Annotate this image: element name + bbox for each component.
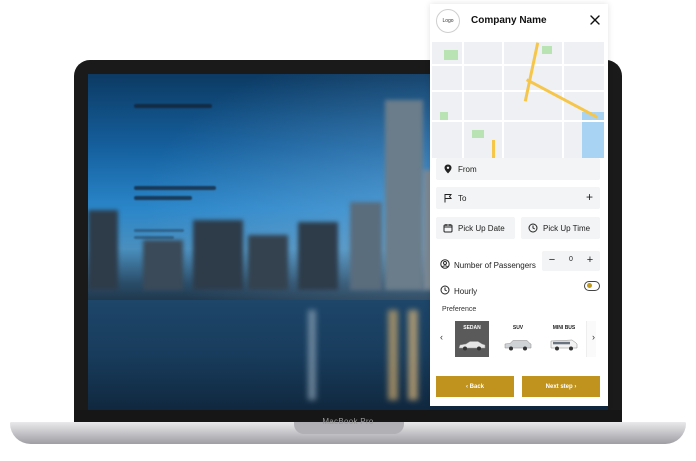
to-field[interactable]: To + (436, 187, 600, 209)
pickup-time-field[interactable]: Pick Up Time (521, 217, 600, 239)
car-icon (504, 340, 532, 351)
map-road (432, 64, 604, 66)
reflection (388, 310, 398, 400)
next-step-button[interactable]: Next step › (522, 376, 600, 397)
back-button[interactable]: ‹ Back (436, 376, 514, 397)
map-park (542, 46, 552, 54)
vehicle-name: SEDAN (463, 325, 481, 331)
clock-icon (440, 282, 450, 300)
chevron-right-icon[interactable]: › (592, 332, 595, 342)
map-water (582, 112, 604, 158)
calendar-icon (442, 222, 454, 234)
blurred-text (134, 186, 216, 190)
vehicle-card-mini-bus[interactable]: MINI BUS (547, 321, 581, 357)
building (350, 202, 382, 290)
panel-header: Logo Company Name (430, 4, 608, 42)
user-circle-icon (440, 256, 450, 274)
blurred-text (134, 229, 184, 232)
map-highway (523, 42, 540, 102)
toggle-knob (586, 283, 592, 288)
map-road (462, 42, 464, 158)
car-icon (458, 341, 486, 351)
map-park (440, 112, 448, 120)
vehicle-card-suv[interactable]: SUV (501, 321, 535, 357)
map-road (432, 90, 604, 92)
map[interactable] (432, 42, 604, 158)
from-label: From (458, 164, 477, 174)
preference-label: Preference (442, 306, 477, 313)
blurred-heading (134, 104, 212, 108)
pickup-date-field[interactable]: Pick Up Date (436, 217, 515, 239)
passengers-stepper: − 0 + (542, 251, 600, 271)
map-park (444, 50, 458, 60)
to-label: To (458, 193, 467, 203)
blurred-text (134, 196, 192, 200)
vehicle-name: MINI BUS (552, 325, 576, 331)
map-road (432, 120, 604, 122)
building (193, 220, 243, 290)
hourly-label: Hourly (454, 286, 478, 296)
location-pin-icon (442, 163, 454, 175)
building (143, 240, 183, 290)
blurred-text (134, 236, 174, 239)
laptop-brand: MacBook Pro (322, 417, 374, 426)
hourly-toggle[interactable] (584, 281, 600, 291)
building (248, 235, 288, 290)
clock-icon (527, 222, 539, 234)
from-field[interactable]: From (436, 158, 600, 180)
hourly-row: Hourly (440, 282, 477, 300)
reflection (308, 310, 316, 400)
vehicle-name: SUV (512, 325, 524, 331)
car-icon (550, 339, 578, 351)
flag-icon (442, 192, 454, 204)
tower (385, 100, 423, 290)
vehicle-card-sedan[interactable]: SEDAN (455, 321, 489, 357)
passengers-row: Number of Passengers (440, 256, 536, 274)
passengers-value: 0 (569, 256, 573, 263)
map-park (472, 130, 484, 138)
close-button[interactable] (588, 13, 602, 27)
decrement-button[interactable]: − (545, 253, 559, 269)
building (298, 222, 338, 290)
pickup-time-label: Pick Up Time (543, 223, 591, 233)
company-logo: Logo (436, 9, 460, 33)
screenshot: MacBook Pro Logo Company Name From To + … (0, 0, 696, 461)
map-highway (492, 140, 495, 158)
passengers-label: Number of Passengers (454, 260, 536, 270)
reflection (408, 310, 418, 400)
company-name: Company Name (471, 15, 547, 26)
building (88, 210, 118, 290)
chevron-left-icon[interactable]: ‹ (440, 332, 443, 342)
add-stop-plus-icon[interactable]: + (586, 191, 593, 203)
close-icon (590, 15, 600, 25)
map-road (502, 42, 504, 158)
increment-button[interactable]: + (583, 253, 597, 269)
booking-panel: Logo Company Name From To + Pick Up Date… (430, 4, 608, 406)
pickup-date-label: Pick Up Date (458, 223, 505, 233)
